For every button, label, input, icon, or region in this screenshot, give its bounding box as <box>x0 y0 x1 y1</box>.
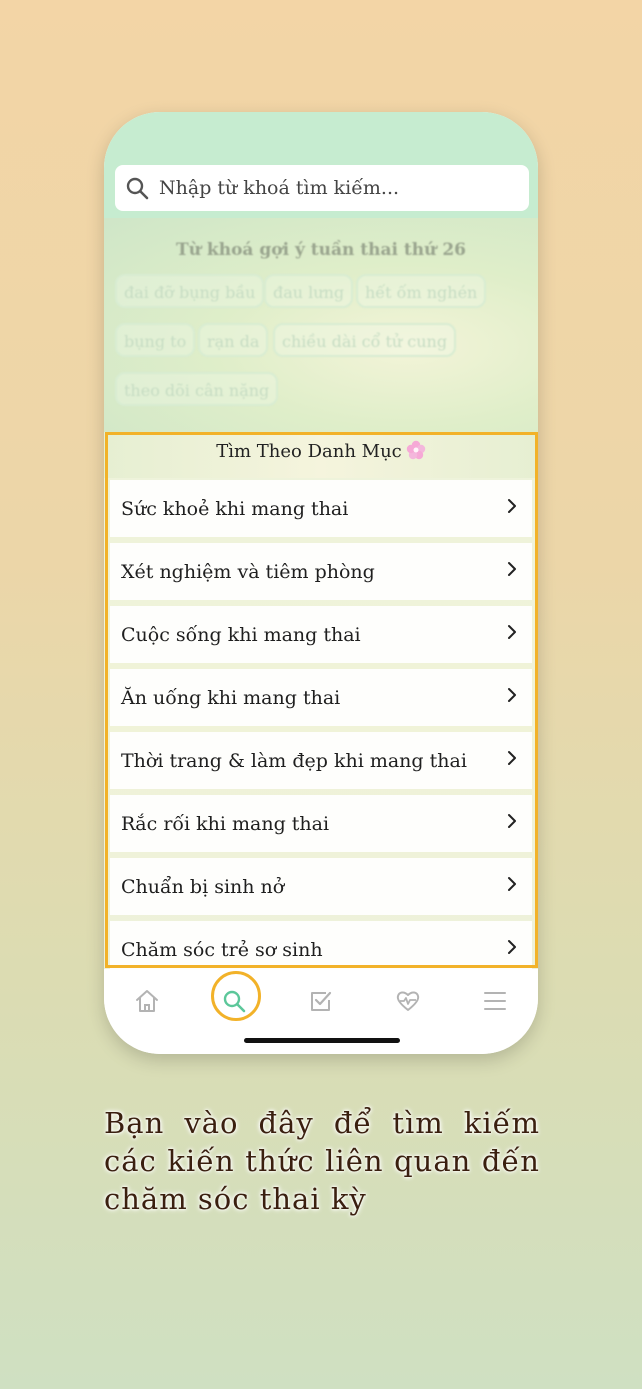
search-icon <box>223 990 246 1013</box>
home-indicator <box>244 1038 400 1043</box>
keyword-chip[interactable]: theo dõi cân nặng <box>115 372 279 406</box>
tab-home[interactable] <box>127 981 167 1021</box>
category-item-an-uong[interactable]: Ăn uống khi mang thai <box>110 669 532 726</box>
category-label: Chăm sóc trẻ sơ sinh <box>121 938 323 961</box>
tab-search[interactable] <box>214 981 254 1021</box>
chevron-right-icon <box>508 939 516 954</box>
category-item-rac-roi[interactable]: Rắc rối khi mang thai <box>110 795 532 852</box>
keyword-chip[interactable]: hết ốm nghén <box>356 274 487 308</box>
suggested-keywords-panel: Từ khoá gợi ý tuần thai thứ 26 đai đỡ bụ… <box>104 218 538 432</box>
tab-health[interactable] <box>388 981 428 1021</box>
tab-menu[interactable] <box>475 981 515 1021</box>
home-icon <box>136 990 158 1012</box>
category-label: Rắc rối khi mang thai <box>121 812 330 835</box>
category-item-thoi-trang[interactable]: Thời trang & làm đẹp khi mang thai <box>110 732 532 789</box>
phone-frame: Từ khoá gợi ý tuần thai thứ 26 đai đỡ bụ… <box>104 112 538 1054</box>
category-label: Thời trang & làm đẹp khi mang thai <box>121 749 467 772</box>
category-item-cham-soc-tre[interactable]: Chăm sóc trẻ sơ sinh <box>110 921 532 969</box>
category-label: Ăn uống khi mang thai <box>121 686 341 709</box>
chevron-right-icon <box>508 876 516 891</box>
checklist-icon <box>311 991 332 1011</box>
keyword-chip[interactable]: đai đỡ bụng bầu <box>115 274 265 308</box>
keyword-chip[interactable]: đau lưng <box>264 274 354 308</box>
category-label: Cuộc sống khi mang thai <box>121 623 361 646</box>
keyword-chip[interactable]: rạn da <box>198 323 269 357</box>
chevron-right-icon <box>508 687 516 702</box>
tab-checklist[interactable] <box>301 981 341 1021</box>
keyword-chip[interactable]: chiều dài cổ tử cung <box>273 323 457 357</box>
category-item-chuan-bi-sinh-no[interactable]: Chuẩn bị sinh nở <box>110 858 532 915</box>
category-title-text: Tìm Theo Danh Mục <box>216 441 402 462</box>
search-bar[interactable] <box>115 165 529 211</box>
chevron-right-icon <box>508 561 516 576</box>
header-bar <box>104 112 538 218</box>
search-input[interactable] <box>157 176 511 200</box>
heartbeat-icon <box>396 991 420 1011</box>
chevron-right-icon <box>508 498 516 513</box>
category-item-suc-khoe[interactable]: Sức khoẻ khi mang thai <box>110 480 532 537</box>
category-section: Tìm Theo Danh Mục Sức khoẻ khi mang thai… <box>104 432 538 969</box>
flower-icon <box>406 440 425 460</box>
category-label: Chuẩn bị sinh nở <box>121 875 285 898</box>
category-section-title: Tìm Theo Danh Mục <box>104 432 538 478</box>
chevron-right-icon <box>508 813 516 828</box>
chevron-right-icon <box>508 624 516 639</box>
category-label: Xét nghiệm và tiêm phòng <box>121 560 375 583</box>
category-label: Sức khoẻ khi mang thai <box>121 497 349 520</box>
search-icon <box>126 177 149 200</box>
menu-icon <box>484 992 506 1010</box>
category-item-cuoc-song[interactable]: Cuộc sống khi mang thai <box>110 606 532 663</box>
chevron-right-icon <box>508 750 516 765</box>
caption-text: Bạn vào đây để tìm kiếm các kiến thức li… <box>104 1106 540 1216</box>
suggested-keywords-title: Từ khoá gợi ý tuần thai thứ 26 <box>176 240 466 260</box>
category-item-xet-nghiem[interactable]: Xét nghiệm và tiêm phòng <box>110 543 532 600</box>
keyword-chip[interactable]: bụng to <box>115 323 196 357</box>
